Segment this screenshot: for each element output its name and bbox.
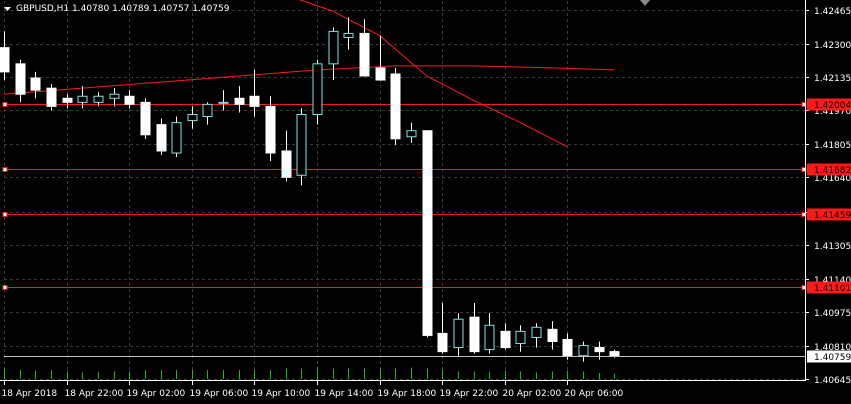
candle-body-bearish: [594, 347, 605, 353]
y-tick-label: 1.42465: [814, 7, 851, 17]
level-anchor-left[interactable]: [2, 102, 8, 107]
level-price-label: 1.41101: [814, 284, 851, 294]
candle-body-bearish: [562, 338, 573, 357]
level-price-label: 1.42004: [814, 101, 851, 111]
price-axis[interactable]: 1.424651.423001.421351.419701.418051.416…: [805, 7, 851, 386]
candle-body-bullish: [484, 324, 495, 351]
moving-averages: [3, 0, 615, 148]
horizontal-levels[interactable]: [2, 102, 807, 290]
candle-body-bullish: [109, 93, 120, 99]
x-tick-label: 19 Apr 18:00: [378, 389, 437, 399]
candle-body-bullish: [406, 130, 417, 138]
candle-body-bearish: [249, 95, 260, 107]
y-tick-label: 1.41305: [814, 242, 851, 252]
candle-body-bearish: [62, 97, 73, 103]
candle-body-bearish: [390, 73, 401, 140]
y-tick-label: 1.40645: [814, 376, 851, 386]
y-tick-label: 1.40975: [814, 309, 851, 319]
candle-body-bearish: [0, 47, 10, 73]
volume-histogram: [4, 367, 615, 379]
y-tick-label: 1.41805: [814, 141, 851, 151]
x-tick-label: 20 Apr 06:00: [565, 389, 624, 399]
candle-body-bearish: [422, 130, 433, 336]
candle-body-bullish: [171, 122, 182, 154]
candle-body-bearish: [265, 105, 276, 154]
level-anchor-left[interactable]: [2, 212, 8, 217]
y-tick-label: 1.42135: [814, 74, 851, 84]
candle-body-bullish: [296, 113, 307, 176]
candle-body-bullish: [343, 32, 354, 38]
candle-body-bullish: [93, 95, 104, 103]
candlesticks: [0, 17, 620, 362]
candle-body-bullish: [187, 113, 198, 122]
x-tick-label: 18 Apr 22:00: [65, 389, 124, 399]
candle-body-bearish: [500, 330, 511, 349]
candle-body-bearish: [156, 124, 167, 152]
time-axis[interactable]: 18 Apr 2018 18 Apr 22:00 19 Apr 02:00 19 Ap…: [2, 380, 624, 399]
chart-title: GBPUSD,H1 1.40780 1.40789 1.40757 1.4075…: [16, 4, 230, 14]
chart-frame: [0, 0, 806, 381]
chart-window[interactable]: 1.42465 1.42300 1.42135 1.41970 1.41805 1.416…: [0, 0, 851, 404]
x-tick-label: 19 Apr 14:00: [315, 389, 374, 399]
candle-body-bullish: [77, 95, 88, 103]
candle-body-bearish: [140, 101, 151, 136]
x-tick-label: 18 Apr 2018: [2, 389, 58, 399]
candle-body-bullish: [453, 318, 464, 349]
x-tick-label: 20 Apr 02:00: [503, 389, 562, 399]
candle-body-bearish: [469, 316, 480, 353]
level-price-label: 1.41682: [814, 166, 851, 176]
candle-body-bearish: [547, 328, 558, 342]
price-chart[interactable]: 1.424651.423001.421351.419701.418051.416…: [0, 0, 851, 404]
candle-body-bullish: [515, 330, 526, 345]
moving-average-slow: [3, 65, 615, 95]
candle-body-bullish: [328, 30, 339, 65]
y-tick-label: 1.42300: [814, 41, 851, 51]
chart-header: GBPUSD,H1 1.40780 1.40789 1.40757 1.4075…: [4, 4, 230, 14]
candle-body-bearish: [124, 95, 135, 105]
x-tick-label: 19 Apr 10:00: [252, 389, 311, 399]
level-anchor-left[interactable]: [2, 167, 8, 172]
scroll-marker-icon[interactable]: [640, 0, 650, 6]
candle-body-bullish: [531, 326, 542, 338]
x-tick-label: 19 Apr 06:00: [190, 389, 249, 399]
level-price-label: 1.41459: [814, 211, 851, 221]
x-tick-label: 19 Apr 22:00: [440, 389, 499, 399]
level-anchor-left[interactable]: [2, 285, 8, 290]
candle-body-bullish: [218, 101, 229, 104]
x-tick-label: 19 Apr 02:00: [127, 389, 186, 399]
candle-body-bullish: [578, 345, 589, 357]
candle-body-bearish: [30, 77, 41, 91]
candle-body-bearish: [281, 150, 292, 178]
candle-body-bearish: [437, 332, 448, 353]
grid: [4, 1, 805, 380]
candle-body-bearish: [15, 63, 26, 95]
candle-body-bearish: [46, 87, 57, 107]
current-price-label: 1.40759: [814, 353, 851, 363]
candle-body-bullish: [312, 63, 323, 115]
candle-body-bearish: [609, 351, 620, 357]
candle-body-bearish: [234, 97, 245, 105]
price-labels: 1.42004 1.41682 1.41459 1.41101 1.40759: [807, 98, 851, 363]
candle-body-bullish: [202, 103, 213, 118]
candle-body-bearish: [375, 67, 386, 81]
candle-body-bearish: [359, 32, 370, 77]
